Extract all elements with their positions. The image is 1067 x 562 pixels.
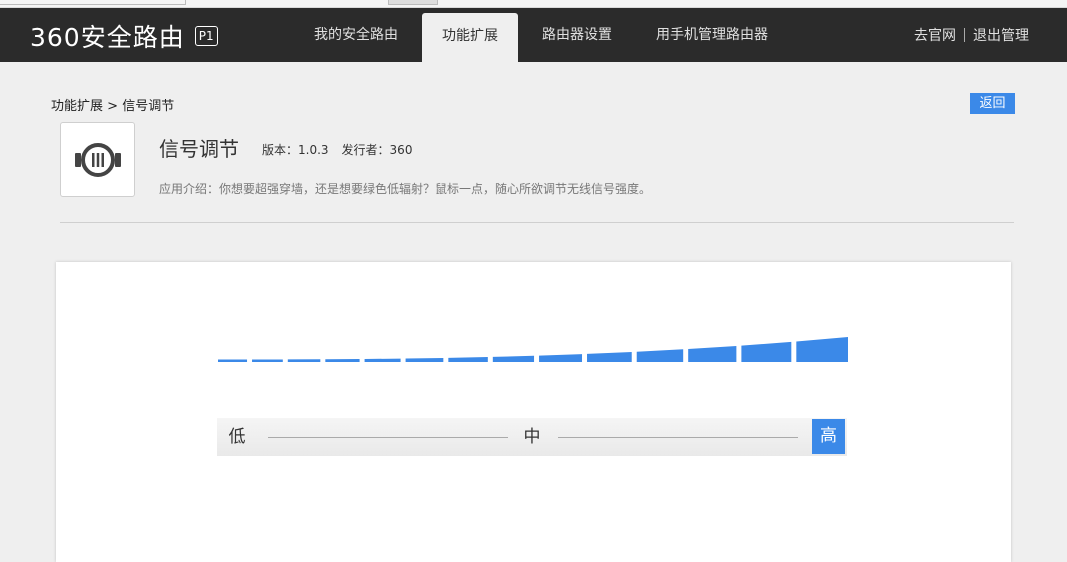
tab-router-settings[interactable]: 路由器设置 (528, 8, 626, 62)
signal-bar (252, 359, 283, 362)
tab-my-router[interactable]: 我的安全路由 (298, 8, 414, 62)
signal-bar (448, 357, 488, 362)
signal-adjust-icon (74, 142, 121, 177)
level-mid-option[interactable]: 中 (514, 418, 550, 456)
app-publisher: 发行者：360 (341, 143, 413, 157)
level-low-option[interactable]: 低 (217, 418, 257, 456)
signal-panel: 低 中 高 (56, 262, 1011, 562)
logo-text: 360安全路由 (30, 23, 185, 52)
divider (964, 28, 965, 42)
breadcrumb-parent[interactable]: 功能扩展 (51, 99, 103, 114)
app-description: 应用介绍：你想要超强穿墙，还是想要绿色低辐射？鼠标一点，随心所欲调节无线信号强度… (159, 182, 652, 196)
slider-track-left (268, 437, 508, 438)
app-icon (60, 122, 135, 197)
app-title: 信号调节 (159, 137, 239, 161)
signal-bar (287, 359, 321, 362)
back-button[interactable]: 返回 (970, 93, 1015, 114)
signal-bar (325, 359, 360, 362)
browser-chrome-strip (0, 0, 1067, 8)
breadcrumb: 功能扩展 > 信号调节 (51, 95, 174, 114)
breadcrumb-current: 信号调节 (122, 99, 175, 114)
signal-bar (688, 345, 737, 362)
signal-bar (587, 351, 632, 362)
header-links: 去官网 退出管理 (914, 8, 1029, 62)
signal-bar (796, 337, 848, 362)
signal-bar (539, 354, 583, 362)
app-meta: 版本：1.0.3 发行者：360 (262, 141, 412, 158)
logout-link[interactable]: 退出管理 (973, 25, 1029, 45)
tab-extensions[interactable]: 功能扩展 (422, 13, 518, 62)
tab-mobile-manage[interactable]: 用手机管理路由器 (642, 8, 782, 62)
model-badge: P1 (194, 26, 218, 46)
signal-bar (636, 349, 684, 362)
signal-bar (218, 359, 248, 362)
signal-bar (405, 357, 444, 362)
signal-bar (741, 341, 792, 362)
signal-level-slider[interactable]: 低 中 高 (217, 418, 847, 456)
logo[interactable]: 360安全路由 P1 (30, 21, 218, 52)
top-navigation: 360安全路由 P1 我的安全路由 功能扩展 路由器设置 用手机管理路由器 去官… (0, 8, 1067, 62)
level-high-option[interactable]: 高 (812, 419, 845, 454)
signal-bar (364, 358, 401, 362)
browser-tab[interactable] (0, 0, 186, 5)
breadcrumb-separator: > (107, 99, 119, 114)
official-site-link[interactable]: 去官网 (914, 25, 956, 45)
app-version: 版本：1.0.3 (262, 143, 329, 157)
signal-bar (492, 355, 535, 362)
signal-strength-bars (218, 337, 848, 362)
slider-track-right (558, 437, 798, 438)
section-divider (60, 222, 1014, 223)
browser-tab[interactable] (388, 0, 438, 5)
